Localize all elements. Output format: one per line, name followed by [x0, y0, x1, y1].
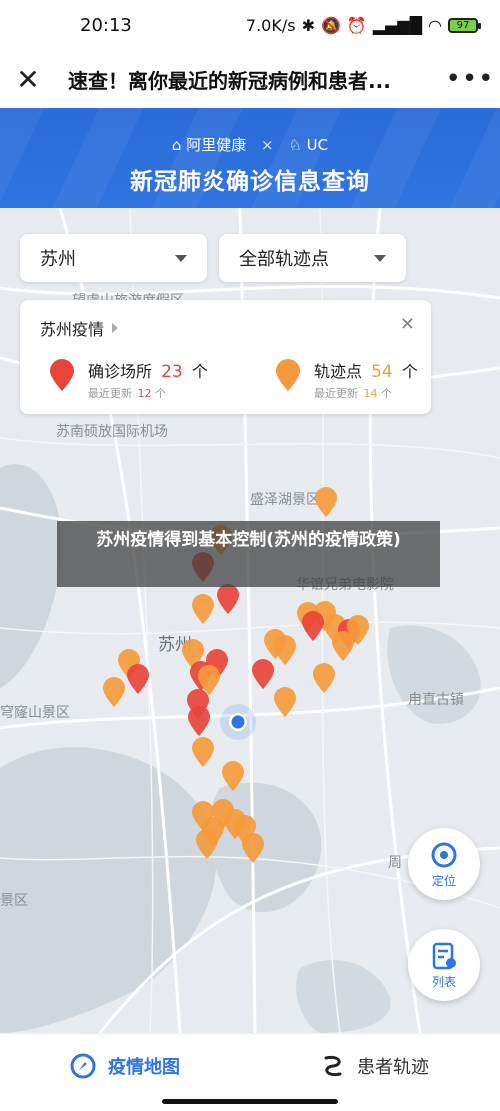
track-icon — [324, 1055, 342, 1076]
brand-alibaba: 阿里健康 — [186, 136, 247, 154]
confirmed-location-pin-icon[interactable] — [215, 583, 241, 615]
current-location-icon — [220, 704, 256, 740]
point-type-dropdown-value: 全部轨迹点 — [239, 249, 329, 270]
close-icon[interactable]: ✕ — [400, 314, 415, 335]
chevron-right-icon — [112, 323, 119, 333]
info-card-heading[interactable]: 苏州疫情 — [40, 316, 119, 340]
info-card-title: 苏州疫情 — [40, 320, 105, 339]
status-bar: 20:13 7.0K/s ✱ 🔕 ⏰ ▂▄▆█ ◠ 97 — [0, 0, 500, 50]
confirmed-updated-unit: 个 — [155, 387, 166, 400]
list-icon — [432, 942, 456, 969]
confirmed-label: 确诊场所 — [88, 362, 153, 381]
track-point-pin-icon[interactable] — [240, 832, 266, 864]
close-icon[interactable]: ✕ — [0, 63, 56, 96]
track-point-pin-icon[interactable] — [220, 760, 246, 792]
net-speed: 7.0K/s — [245, 15, 296, 35]
app-bar: ✕ 速查！离你最近的新冠病例和患者... ••• — [0, 50, 500, 108]
confirmed-count: 23 — [161, 362, 183, 382]
wifi-icon: ◠ — [428, 15, 442, 35]
tracks-updated: 最近更新 14 个 — [314, 385, 418, 401]
track-pin-icon — [276, 359, 300, 391]
city-dropdown[interactable]: 苏州 — [20, 234, 207, 282]
alibaba-health-logo-icon: ⌂ — [171, 136, 182, 154]
confirmed-location-pin-icon[interactable] — [125, 663, 151, 695]
confirmed-stat: 确诊场所 23 个 最近更新 12 个 — [48, 358, 208, 401]
tracks-label: 轨迹点 — [314, 362, 363, 381]
page-title: 速查！离你最近的新冠病例和患者... — [68, 68, 391, 93]
compass-icon — [70, 1053, 96, 1078]
caption-overlay: 苏州疫情得到基本控制(苏州的疫情政策) — [57, 521, 440, 587]
track-point-pin-icon[interactable] — [101, 676, 127, 708]
uc-logo-icon: ♘ — [288, 136, 302, 154]
map-label-west-area: 景区 — [0, 893, 28, 909]
map-label-airport: 苏南硕放国际机场 — [56, 424, 168, 440]
more-icon[interactable]: ••• — [440, 64, 500, 94]
track-point-pin-icon[interactable] — [313, 486, 339, 518]
epidemic-info-card: 苏州疫情 ✕ 确诊场所 23 个 最近更新 12 个 轨迹点 54 个 最近更新… — [20, 300, 431, 414]
brand-line: ⌂ 阿里健康 × ♘ UC — [0, 134, 500, 155]
track-point-pin-icon[interactable] — [311, 662, 337, 694]
bluetooth-icon: ✱ — [301, 15, 315, 35]
track-point-pin-icon[interactable] — [272, 686, 298, 718]
track-point-pin-icon[interactable] — [330, 630, 356, 662]
locate-icon — [431, 842, 457, 867]
map-label-zhou: 周 — [388, 855, 402, 871]
map-label-qionglong: 穹窿山景区 — [0, 705, 70, 721]
mute-icon: 🔕 — [320, 15, 341, 35]
locate-button[interactable]: 定位 — [408, 828, 480, 900]
tracks-count: 54 — [371, 362, 393, 382]
tab-epidemic-map-label: 疫情地图 — [108, 1056, 180, 1078]
status-time: 20:13 — [80, 14, 132, 36]
confirmed-updated: 最近更新 12 个 — [88, 385, 208, 401]
tracks-stat: 轨迹点 54 个 最近更新 14 个 — [274, 358, 418, 401]
confirmed-unit: 个 — [191, 362, 208, 381]
tracks-updated-unit: 个 — [381, 387, 392, 400]
tracks-updated-count: 14 — [363, 387, 378, 400]
status-icons: 7.0K/s ✱ 🔕 ⏰ ▂▄▆█ ◠ 97 — [245, 15, 481, 35]
map-label-lake-park: 盛泽湖景区 — [250, 492, 320, 508]
list-button[interactable]: 列表 — [408, 929, 480, 1001]
point-type-dropdown[interactable]: 全部轨迹点 — [219, 234, 406, 282]
confirmed-updated-count: 12 — [137, 387, 152, 400]
brand-uc: UC — [306, 136, 329, 154]
banner-headline: 新冠肺炎确诊信息查询 — [130, 169, 370, 195]
caret-down-icon — [175, 254, 187, 262]
map-view[interactable]: 望虞山旅游度假区 苏南硕放国际机场 盛泽湖景区 华谊兄弟电影院 苏州 穹窿山景区… — [0, 208, 500, 1033]
locate-label: 定位 — [431, 873, 456, 888]
confirmed-updated-label: 最近更新 — [88, 387, 132, 400]
alarm-icon: ⏰ — [346, 15, 367, 35]
tab-patient-tracks-label: 患者轨迹 — [357, 1056, 429, 1078]
track-point-pin-icon[interactable] — [194, 828, 220, 860]
battery-icon: 97 — [448, 17, 481, 33]
list-label: 列表 — [431, 974, 456, 989]
tracks-updated-label: 最近更新 — [314, 387, 358, 400]
caret-down-icon — [374, 254, 386, 262]
track-point-pin-icon[interactable] — [190, 736, 216, 768]
brand-separator: × — [261, 136, 274, 154]
city-dropdown-value: 苏州 — [40, 249, 76, 270]
tracks-unit: 个 — [401, 362, 418, 381]
header-banner: ⌂ 阿里健康 × ♘ UC 新冠肺炎确诊信息查询 — [0, 108, 500, 208]
confirmed-pin-icon — [50, 359, 74, 391]
confirmed-location-pin-icon[interactable] — [186, 705, 212, 737]
map-label-luzhi: 甪直古镇 — [408, 692, 464, 708]
signal-icon: ▂▄▆█ — [372, 15, 423, 35]
track-point-pin-icon[interactable] — [190, 593, 216, 625]
home-indicator — [162, 1099, 338, 1104]
